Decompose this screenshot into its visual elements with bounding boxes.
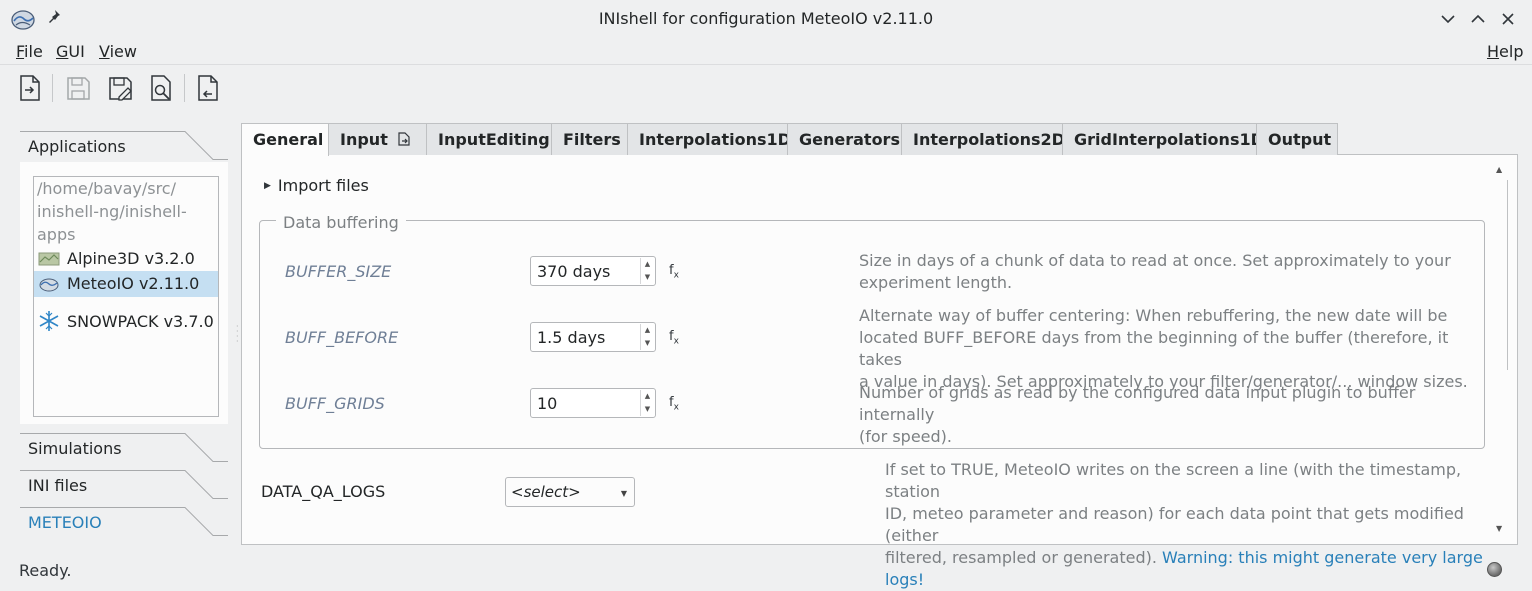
expand-arrow-icon: ▶: [264, 181, 271, 191]
tab-generators[interactable]: Generators: [787, 123, 902, 155]
tab-output[interactable]: Output: [1256, 123, 1338, 155]
applications-header-label: Applications: [28, 137, 126, 156]
spin-up-icon[interactable]: ▲: [641, 324, 654, 337]
app-item-snowpack[interactable]: SNOWPACK v3.7.0: [34, 309, 218, 335]
simulations-header-label: Simulations: [28, 439, 122, 458]
data-buffering-title: Data buffering: [276, 213, 406, 232]
path-line: /home/bavay/src/: [37, 179, 176, 198]
data-qa-logs-label: DATA_QA_LOGS: [261, 482, 386, 501]
meteoio-header[interactable]: METEOIO: [20, 507, 228, 537]
buffer-size-value: 370 days: [537, 262, 611, 281]
file-link-icon: [397, 131, 411, 151]
formula-icon[interactable]: fx: [669, 395, 679, 413]
save-as-icon[interactable]: [105, 72, 135, 104]
path-line: apps: [37, 225, 76, 244]
buff-grids-help: Number of grids as read by the configure…: [859, 383, 1416, 446]
buff-grids-value: 10: [537, 394, 558, 413]
data-qa-logs-help: If set to TRUE, MeteoIO writes on the sc…: [885, 460, 1483, 589]
menu-gui[interactable]: GUI: [56, 42, 85, 61]
buffer-size-spinbox[interactable]: 370 days ▲ ▼: [530, 256, 656, 286]
import-files-expander[interactable]: ▶ Import files: [264, 176, 369, 195]
chevron-down-icon: ▼: [620, 489, 627, 498]
menu-view[interactable]: View: [99, 42, 137, 61]
scroll-up-icon[interactable]: ▲: [1496, 165, 1502, 174]
ini-files-header[interactable]: INI files: [20, 470, 228, 500]
tab-interpolations1d[interactable]: Interpolations1D: [627, 123, 791, 155]
data-qa-logs-value: <select>: [511, 483, 581, 501]
tab-gridinterpolations1d[interactable]: GridInterpolations1D: [1062, 123, 1264, 155]
close-icon[interactable]: [1497, 8, 1519, 30]
window-title: INIshell for configuration MeteoIO v2.11…: [598, 9, 934, 28]
status-led-icon: [1487, 562, 1502, 577]
tab-input[interactable]: Input: [328, 123, 427, 155]
minimize-icon[interactable]: [1437, 8, 1459, 30]
maximize-icon[interactable]: [1467, 8, 1489, 30]
buffer-size-help: Size in days of a chunk of data to read …: [859, 251, 1451, 292]
app-item-label: Alpine3D v3.2.0: [67, 249, 195, 268]
spin-down-icon[interactable]: ▼: [641, 337, 654, 350]
app-item-alpine3d[interactable]: Alpine3D v3.2.0: [34, 246, 218, 272]
path-line: inishell-ng/inishell-: [37, 202, 187, 221]
splitter-handle[interactable]: · · · ·: [236, 323, 240, 346]
toolbar-separator: [184, 74, 185, 102]
app-item-meteoio[interactable]: MeteoIO v2.11.0: [34, 271, 218, 297]
buffer-size-label: BUFFER_SIZE: [285, 262, 392, 281]
tab-interpolations2d[interactable]: Interpolations2D: [901, 123, 1065, 155]
scroll-down-icon[interactable]: ▼: [1496, 524, 1502, 533]
meteoio-header-label: METEOIO: [28, 513, 102, 532]
spin-down-icon[interactable]: ▼: [641, 403, 654, 416]
data-qa-logs-select[interactable]: <select> ▼: [505, 477, 635, 507]
buff-before-spinbox[interactable]: 1.5 days ▲ ▼: [530, 322, 656, 352]
buff-before-help: Alternate way of buffer centering: When …: [859, 306, 1468, 391]
simulations-header[interactable]: Simulations: [20, 433, 228, 463]
formula-icon[interactable]: fx: [669, 329, 679, 347]
tab-filters[interactable]: Filters: [551, 123, 628, 155]
snowflake-icon: [38, 310, 60, 332]
spin-down-icon[interactable]: ▼: [641, 271, 654, 284]
preview-icon[interactable]: [146, 72, 176, 104]
toolbar: [0, 64, 1532, 112]
spin-up-icon[interactable]: ▲: [641, 258, 654, 271]
alpine3d-icon: [38, 250, 60, 268]
tab-label: Input: [340, 130, 388, 149]
tab-general[interactable]: General: [241, 123, 329, 156]
buff-grids-label: BUFF_GRIDS: [285, 394, 385, 413]
menu-bar: [0, 38, 1532, 64]
app-item-label: SNOWPACK v3.7.0: [67, 312, 214, 331]
ini-files-header-label: INI files: [28, 476, 88, 495]
spin-up-icon[interactable]: ▲: [641, 390, 654, 403]
buff-before-value: 1.5 days: [537, 328, 606, 347]
open-ini-icon[interactable]: [15, 72, 45, 104]
menu-file[interactable]: File: [16, 42, 43, 61]
close-ini-icon[interactable]: [193, 72, 223, 104]
buff-before-label: BUFF_BEFORE: [285, 328, 399, 347]
tab-inputediting[interactable]: InputEditing: [426, 123, 552, 155]
meteoio-icon: [38, 275, 60, 293]
status-text: Ready.: [19, 561, 72, 580]
menu-help[interactable]: Help: [1487, 42, 1523, 61]
scroll-thumb[interactable]: [1494, 180, 1508, 370]
applications-header[interactable]: Applications: [20, 131, 228, 161]
save-icon[interactable]: [63, 72, 93, 104]
app-item-label: MeteoIO v2.11.0: [67, 274, 200, 293]
toolbar-separator: [52, 74, 53, 102]
formula-icon[interactable]: fx: [669, 263, 679, 281]
buff-grids-spinbox[interactable]: 10 ▲ ▼: [530, 388, 656, 418]
import-files-label: Import files: [277, 176, 369, 195]
